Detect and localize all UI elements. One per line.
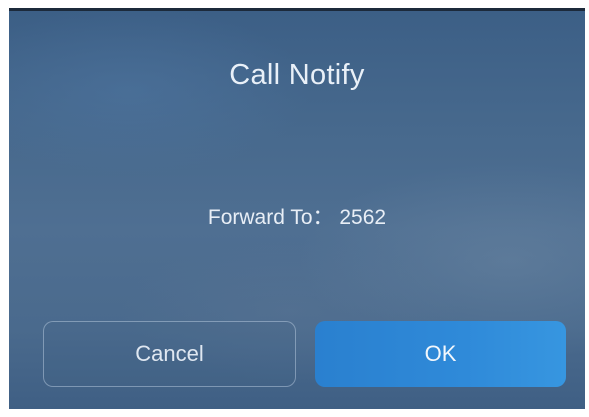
cancel-button[interactable]: Cancel — [43, 321, 296, 387]
call-notify-dialog: Call Notify Forward To： 2562 Cancel OK — [9, 8, 585, 409]
dialog-title: Call Notify — [229, 59, 365, 91]
ok-button[interactable]: OK — [315, 321, 566, 387]
forward-message: Forward To： 2562 — [207, 206, 387, 229]
